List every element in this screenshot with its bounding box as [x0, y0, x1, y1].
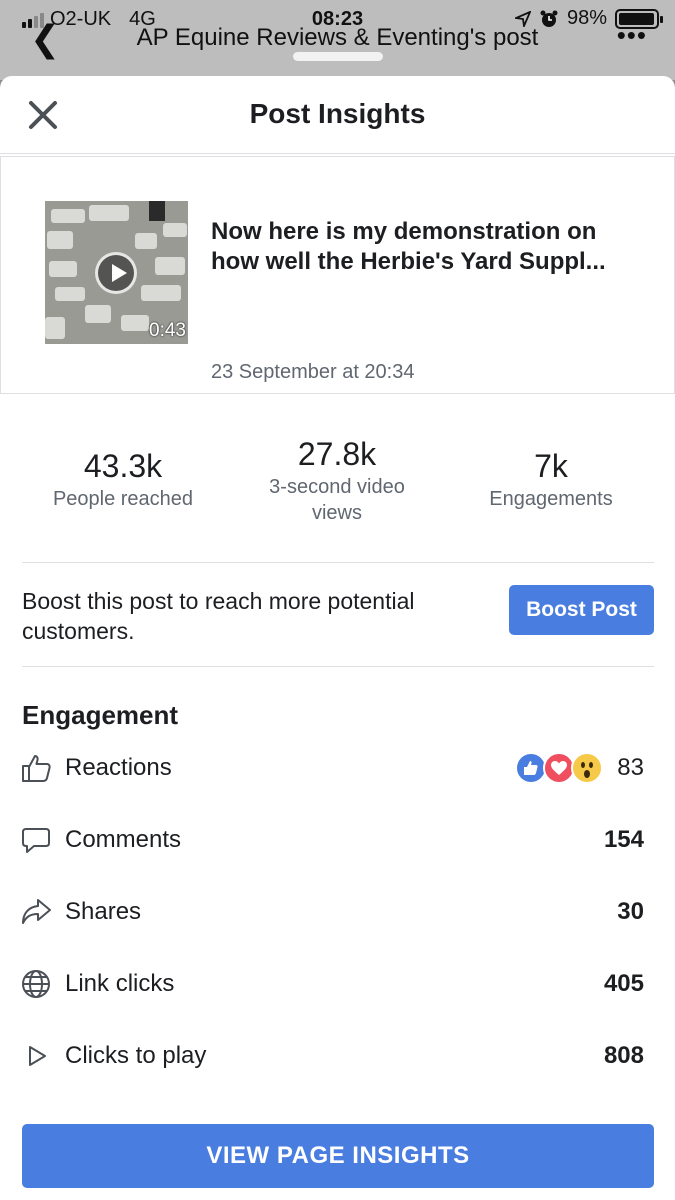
stat-people-reached: 43.3k People reached: [22, 446, 224, 512]
post-text: Now here is my demonstration on how well…: [211, 217, 651, 277]
metric-value: 808: [603, 1042, 644, 1069]
metric-value: 83: [617, 754, 644, 781]
stat-value: 7k: [534, 448, 568, 484]
view-page-insights-button[interactable]: VIEW PAGE INSIGHTS: [22, 1124, 654, 1188]
boost-post-button[interactable]: Boost Post: [509, 585, 654, 635]
summary-stats: 43.3k People reached 27.8k 3-second vide…: [0, 436, 675, 546]
metric-row-link-clicks[interactable]: Link clicks 405: [0, 960, 675, 1010]
metric-label: Reactions: [65, 754, 172, 781]
metric-row-shares[interactable]: Shares 30: [0, 888, 675, 938]
metric-value: 405: [603, 970, 644, 997]
stat-label-line-1: 3-second video: [269, 476, 405, 498]
metric-label: Link clicks: [65, 970, 175, 997]
sheet-grabber[interactable]: [293, 52, 383, 61]
stat-label-line-2: views: [311, 502, 362, 524]
thumbs-up-icon: [22, 755, 51, 782]
post-text-line-2: how well the Herbie's Yard Suppl...: [211, 248, 606, 275]
sheet-header: Post Insights: [0, 76, 675, 154]
stat-label: Engagements: [489, 488, 613, 510]
stat-engagements: 7k Engagements: [450, 446, 652, 512]
post-text-line-1: Now here is my demonstration on: [211, 218, 597, 245]
metric-row-reactions[interactable]: Reactions 83: [0, 744, 675, 794]
metric-value: 30: [617, 898, 644, 925]
engagement-heading: Engagement: [22, 700, 179, 730]
reaction-icons: [515, 752, 605, 786]
more-options-icon[interactable]: •••: [617, 20, 647, 51]
background-page-title: AP Equine Reviews & Eventing's post: [136, 24, 539, 51]
metric-label: Clicks to play: [65, 1042, 207, 1069]
video-duration: 0:43: [149, 320, 186, 341]
stat-video-views: 27.8k 3-second video views: [236, 434, 438, 526]
metric-label: Comments: [65, 826, 182, 853]
divider: [22, 666, 654, 667]
metric-label: Shares: [65, 898, 142, 925]
globe-icon: [22, 970, 50, 998]
wow-reaction-icon: [571, 752, 603, 784]
post-insights-sheet: Post Insights 0:43 Now here is my demons…: [0, 76, 675, 1200]
metric-row-comments[interactable]: Comments 154: [0, 816, 675, 866]
post-date: 23 September at 20:34: [211, 361, 415, 383]
metric-row-clicks-to-play[interactable]: Clicks to play 808: [0, 1032, 675, 1082]
play-icon: [29, 1046, 46, 1066]
boost-prompt: Boost this post to reach more potential …: [22, 588, 415, 644]
metric-value: 154: [603, 826, 644, 853]
stat-value: 27.8k: [297, 436, 377, 472]
share-icon: [22, 899, 51, 924]
stat-value: 43.3k: [83, 448, 163, 484]
video-thumbnail[interactable]: 0:43: [45, 201, 188, 344]
stat-label: People reached: [52, 488, 194, 510]
sheet-title: Post Insights: [249, 98, 426, 129]
divider: [22, 562, 654, 563]
post-preview[interactable]: 0:43 Now here is my demonstration on how…: [0, 156, 675, 394]
comment-icon: [22, 828, 50, 853]
play-button-icon[interactable]: [95, 252, 137, 294]
